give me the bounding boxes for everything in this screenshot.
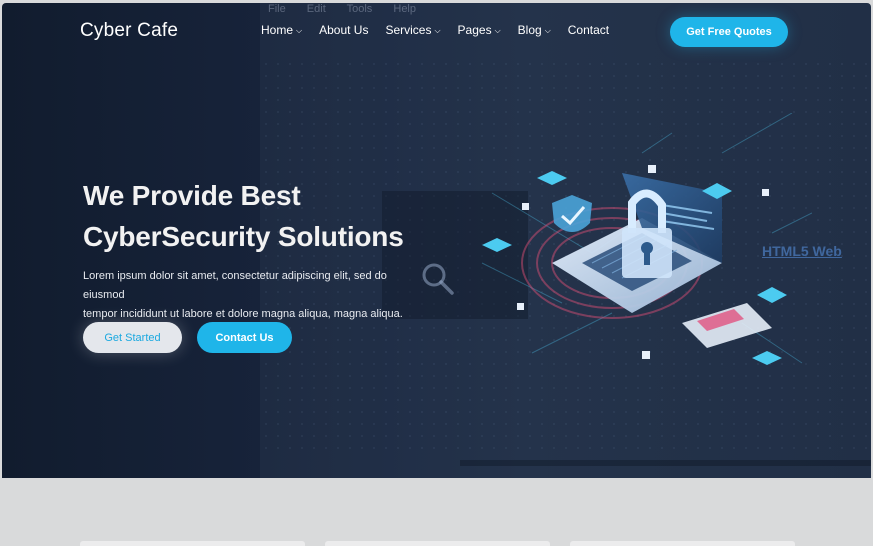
nav-item-pages[interactable]: Pages ⌵ — [458, 23, 501, 37]
chevron-down-icon: ⌵ — [434, 26, 441, 35]
nav-item-label: Contact — [567, 23, 610, 37]
chevron-down-icon: ⌵ — [544, 26, 551, 35]
nav-item-label: Home — [261, 23, 294, 37]
hero-description: Lorem ipsum dolor sit amet, consectetur … — [83, 267, 423, 324]
feature-card-edge — [80, 541, 305, 546]
nav-item-label: Services — [385, 23, 432, 37]
main-nav: Home ⌵ About Us Services ⌵ Pages ⌵ Blog … — [261, 23, 626, 37]
nav-item-label: About Us — [319, 23, 369, 37]
hero-headline-line1: We Provide Best — [83, 180, 301, 211]
feature-card-edge — [570, 541, 795, 546]
card-graphic — [682, 303, 772, 348]
get-free-quotes-button[interactable]: Get Free Quotes — [670, 17, 788, 47]
padlock-laptop-illustration — [481, 113, 812, 365]
background-menu-file: File — [268, 3, 286, 15]
background-menu: File Edit Tools Help — [268, 3, 434, 15]
nav-item-home[interactable]: Home ⌵ — [261, 23, 302, 37]
hero-headline: We Provide Best CyberSecurity Solutions — [83, 175, 404, 257]
background-scrollbar-track — [460, 460, 871, 466]
nav-item-contact[interactable]: Contact — [568, 23, 609, 37]
nav-item-label: Pages — [457, 23, 492, 37]
background-menu-edit: Edit — [306, 3, 326, 15]
nav-item-blog[interactable]: Blog ⌵ — [518, 23, 551, 37]
contact-us-button[interactable]: Contact Us — [197, 322, 292, 353]
search-icon — [422, 263, 454, 295]
chevron-down-icon: ⌵ — [494, 26, 501, 35]
feature-card-edge — [325, 541, 550, 546]
background-menu-tools: Tools — [346, 3, 373, 15]
hero-section: File Edit Tools Help HTML5 Web Cyber Caf… — [2, 3, 871, 478]
lower-section — [0, 478, 873, 546]
shield-icon — [552, 195, 592, 232]
nav-item-services[interactable]: Services ⌵ — [385, 23, 440, 37]
nav-item-about-us[interactable]: About Us — [319, 23, 368, 37]
nav-item-label: Blog — [517, 23, 542, 37]
hero-headline-line2: CyberSecurity Solutions — [83, 221, 404, 252]
background-menu-help: Help — [393, 3, 416, 15]
get-started-button[interactable]: Get Started — [83, 322, 182, 353]
hero-description-line1: Lorem ipsum dolor sit amet, consectetur … — [83, 270, 387, 301]
logo[interactable]: Cyber Cafe — [80, 20, 178, 42]
chevron-down-icon: ⌵ — [296, 26, 303, 35]
